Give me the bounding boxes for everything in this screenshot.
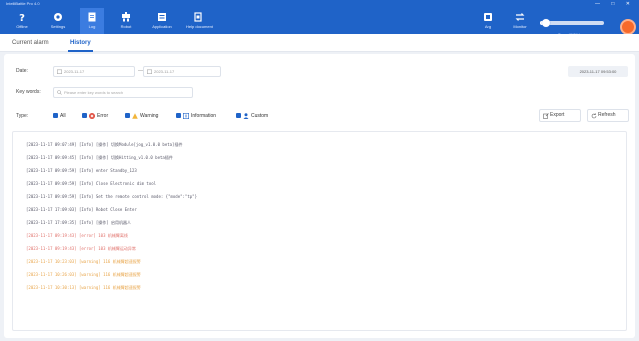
- log-line-info: [2023-11-17 09:09:59] [Info] enter Stand…: [26, 168, 137, 173]
- log-line-warning: [2023-11-17 10:23:03] [warning] 116 机械臂超…: [26, 259, 141, 264]
- date-from-value: 2023-11-17: [64, 69, 85, 74]
- robot-icon: [122, 12, 130, 22]
- log-line-info: [2023-11-17 17:09:35] [Info] [操作] 启用机器人: [26, 220, 132, 225]
- keywords-label: Key words:: [16, 89, 41, 95]
- error-icon: [89, 112, 95, 119]
- toolbar-monitor-label: Monitor: [513, 24, 527, 29]
- type-custom-label: Custom: [251, 113, 269, 119]
- type-all-label: All: [60, 113, 66, 119]
- type-filter-error[interactable]: Error: [82, 112, 108, 120]
- svg-text:?: ?: [19, 13, 25, 22]
- log-line-info: [2023-11-17 09:09:59] [Info] Set the rem…: [26, 194, 197, 199]
- export-icon: [543, 113, 549, 119]
- toolbar-robot-label: Robot: [120, 24, 132, 29]
- export-button[interactable]: Export: [539, 109, 581, 122]
- title-bar: IntelliBattle Pro 4.0 — □ ✕: [0, 0, 639, 8]
- gear-icon: [54, 13, 62, 21]
- calendar-icon: [57, 69, 62, 74]
- log-line-info: [2023-11-17 09:07:49] [Info] [操作] 切换Modu…: [26, 142, 183, 147]
- keywords-input[interactable]: Please enter key words to search: [53, 87, 193, 98]
- checkbox-checked-icon[interactable]: [125, 113, 130, 119]
- toolbar-offline-label: Offline: [16, 24, 28, 29]
- question-icon: ?: [19, 13, 25, 22]
- toolbar-arg-label: Arg: [484, 24, 492, 29]
- export-label: Export: [550, 112, 565, 118]
- toolbar-log-button[interactable]: Log: [80, 8, 104, 34]
- window-controls[interactable]: — □ ✕: [595, 0, 635, 8]
- refresh-label: Refresh: [598, 112, 616, 118]
- type-filter-custom[interactable]: Custom: [236, 112, 268, 120]
- log-line-info: [2023-11-17 09:09:59] [Info] Close Elect…: [26, 181, 157, 186]
- type-label: Type:: [16, 113, 29, 119]
- toolbar-log-label: Log: [88, 24, 96, 29]
- toolbar-application-button[interactable]: Application: [150, 8, 174, 34]
- window-title: IntelliBattle Pro 4.0: [6, 1, 40, 6]
- log-line-info: [2023-11-17 17:09:03] [Info] Robot Close…: [26, 207, 137, 212]
- log-line-error: [2023-11-17 09:19:43] [error] 103 机械臂离线: [26, 233, 128, 238]
- log-line-info: [2023-11-17 09:09:45] [Info] [操作] 切换Hitt…: [26, 155, 173, 160]
- refresh-icon: [591, 113, 597, 119]
- checkbox-checked-icon[interactable]: [236, 113, 241, 119]
- custom-icon: [243, 112, 249, 119]
- tab-current-alarm[interactable]: Current alarm: [10, 34, 51, 52]
- toolbar-help-document-button[interactable]: Help document: [186, 8, 213, 34]
- toolbar-arg-button[interactable]: Arg: [476, 8, 500, 34]
- speed-slider-knob[interactable]: [542, 19, 551, 27]
- info-icon: [183, 112, 189, 119]
- toolbar-help-document-label: Help document: [186, 24, 213, 29]
- type-filter-warning[interactable]: Warning: [125, 112, 158, 120]
- refresh-button[interactable]: Refresh: [587, 109, 629, 122]
- date-to-field[interactable]: 2023-11-17: [143, 66, 221, 77]
- toolbar-settings-button[interactable]: Settings: [46, 8, 70, 34]
- log-icon: [88, 12, 96, 22]
- toolbar-application-label: Application: [152, 24, 172, 29]
- type-warning-label: Warning: [140, 113, 159, 119]
- document-icon: [194, 12, 202, 22]
- toolbar-robot-button[interactable]: Robot: [114, 8, 138, 34]
- date-from-field[interactable]: 2023-11-17: [53, 66, 135, 77]
- log-line-warning: [2023-11-17 10:30:13] [warning] 116 机械臂超…: [26, 285, 141, 290]
- type-error-label: Error: [97, 113, 109, 119]
- toolbar-settings-label: Settings: [50, 24, 66, 29]
- checkbox-checked-icon[interactable]: [53, 113, 58, 119]
- calendar-icon: [147, 69, 152, 74]
- toolbar-monitor-button[interactable]: Monitor: [508, 8, 532, 34]
- search-icon: [57, 90, 62, 95]
- monitor-icon: [515, 13, 525, 21]
- type-filter-all[interactable]: All: [53, 112, 66, 120]
- log-line-error: [2023-11-17 09:19:43] [error] 103 机械臂运动异…: [26, 246, 136, 251]
- checkbox-checked-icon[interactable]: [176, 113, 181, 119]
- date-label: Date:: [16, 68, 28, 74]
- checkbox-checked-icon[interactable]: [82, 113, 87, 119]
- tab-history[interactable]: History: [68, 34, 93, 52]
- current-time-badge: 2023-11-17 09:53:00: [568, 66, 628, 77]
- keywords-placeholder: Please enter key words to search: [64, 90, 124, 95]
- main-toolbar: ? Offline Settings Log Robot Application…: [0, 8, 639, 37]
- date-to-value: 2023-11-17: [154, 69, 175, 74]
- alarm-tabs: Current alarm History: [0, 34, 639, 52]
- application-icon: [158, 13, 166, 21]
- log-line-warning: [2023-11-17 10:26:03] [warning] 116 机械臂超…: [26, 272, 141, 277]
- type-filter-information[interactable]: Information: [176, 112, 216, 120]
- warning-icon: [132, 112, 138, 119]
- arg-icon: [484, 13, 492, 21]
- log-list[interactable]: [2023-11-17 09:07:49] [Info] [操作] 切换Modu…: [12, 131, 627, 331]
- type-information-label: Information: [191, 113, 217, 119]
- user-avatar[interactable]: [620, 19, 636, 35]
- speed-slider[interactable]: [540, 19, 604, 27]
- history-panel: Date: 2023-11-17 — 2023-11-17 2023-11-17…: [4, 54, 635, 338]
- toolbar-offline-button[interactable]: ? Offline: [10, 8, 34, 34]
